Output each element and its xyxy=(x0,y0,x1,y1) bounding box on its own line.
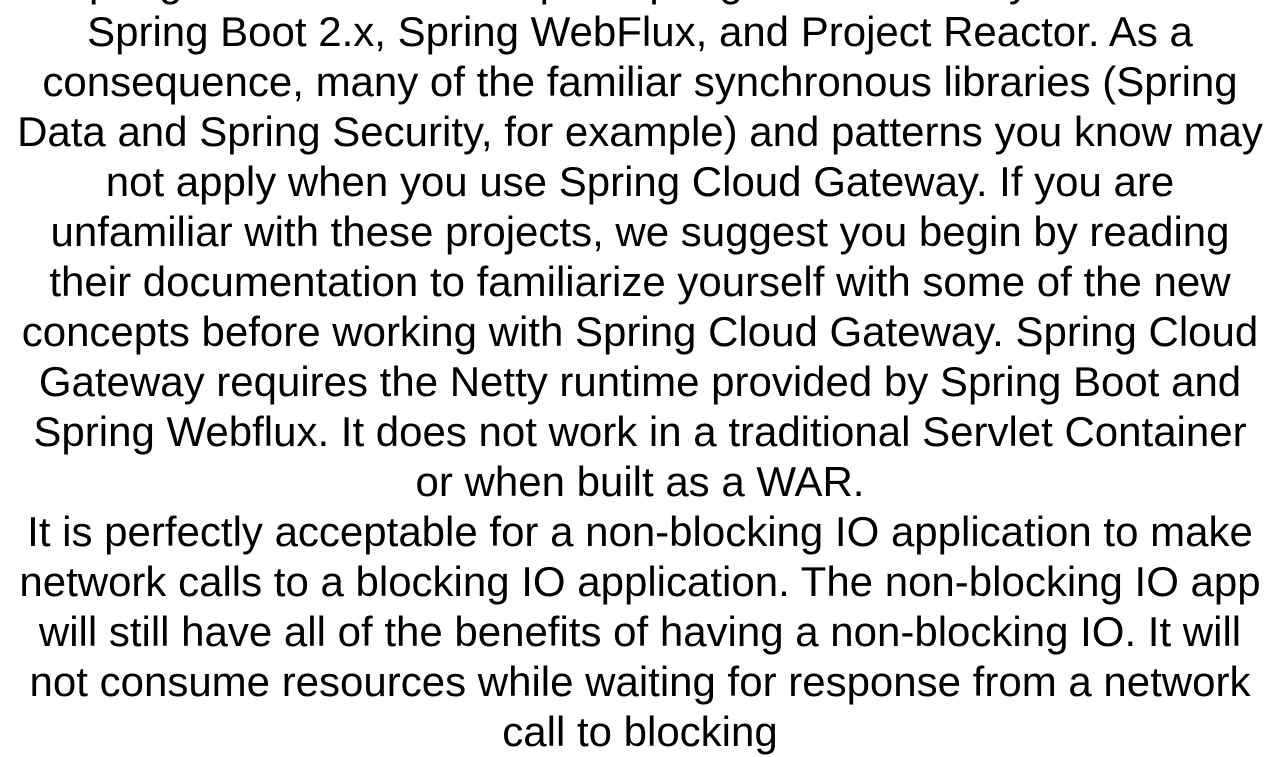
paragraph-1: Spring Cloud is built on top of Spring B… xyxy=(10,0,1270,507)
paragraph-2: It is perfectly acceptable for a non-blo… xyxy=(10,507,1270,757)
document-content: Spring Cloud is built on top of Spring B… xyxy=(0,0,1280,757)
